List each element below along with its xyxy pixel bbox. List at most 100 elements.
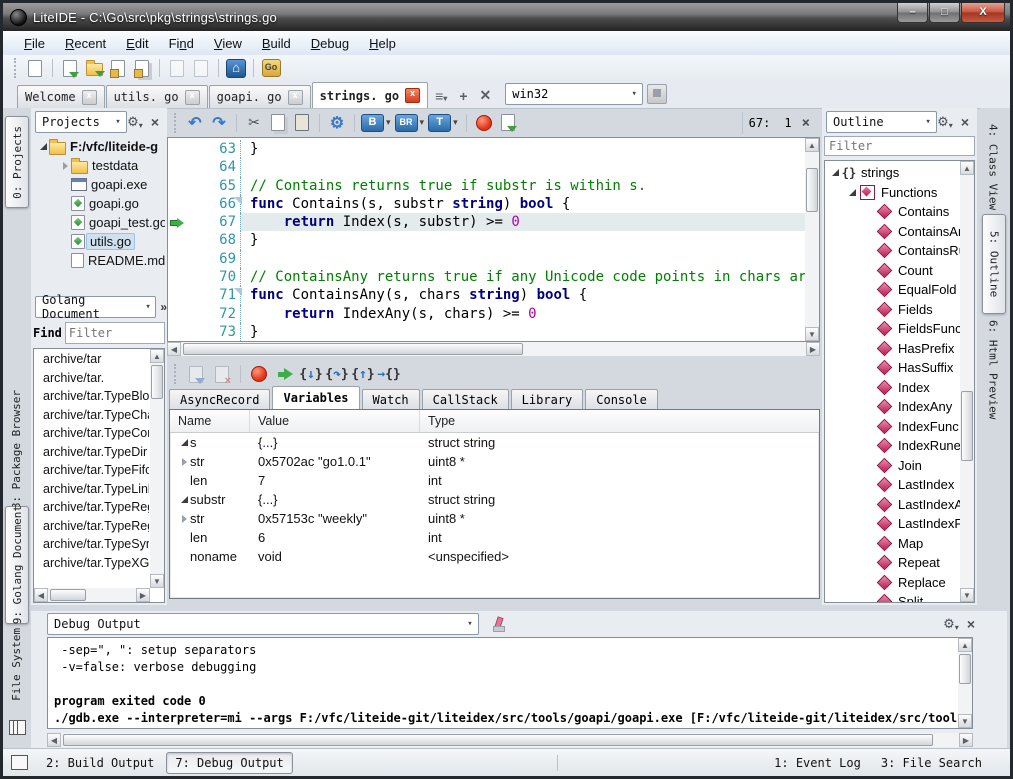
code-line[interactable]: 72 return IndexAny(s, chars) >= 0	[168, 305, 805, 323]
tab-close-icon[interactable]: x	[82, 90, 97, 105]
outline-item-repeat[interactable]: Repeat	[827, 553, 960, 573]
menu-find[interactable]: Find	[160, 33, 203, 54]
editor-close-icon[interactable]: ×	[802, 115, 810, 131]
tree-expander-icon[interactable]	[178, 439, 190, 446]
code-line[interactable]: 63}	[168, 140, 805, 158]
menu-debug[interactable]: Debug	[302, 33, 358, 54]
toolbar-go-docs-icon[interactable]: Go	[260, 58, 282, 78]
toolbar-save-session-icon[interactable]	[190, 58, 212, 78]
project-item-goapi-test-go[interactable]: goapi_test.go	[33, 213, 165, 232]
outline-vscrollbar[interactable]: ▲▼	[960, 161, 974, 602]
side-tab-8-package-browser[interactable]: 8: Package Browser	[5, 386, 27, 514]
toolbar-save-all-icon[interactable]	[131, 58, 153, 78]
side-tab-6-html-preview[interactable]: 6: Html Preview	[982, 306, 1004, 434]
fold-marker-icon[interactable]	[234, 197, 242, 205]
target-options-button[interactable]	[647, 84, 667, 104]
outline-item-lastindex[interactable]: LastIndex	[827, 475, 960, 495]
outline-item-replace[interactable]: Replace	[827, 573, 960, 593]
statusbar-2-build-output[interactable]: 2: Build Output	[38, 753, 162, 773]
statusbar-7-debug-output[interactable]: 7: Debug Output	[166, 752, 292, 774]
tree-expander-icon[interactable]	[829, 169, 841, 176]
debug-tab-asyncrecord[interactable]: AsyncRecord	[169, 389, 270, 409]
paste-icon[interactable]	[291, 113, 313, 133]
breakpoint-icon[interactable]	[247, 364, 271, 384]
stop-debug-icon[interactable]: ×	[210, 364, 234, 384]
variable-row[interactable]: substr{...}struct string	[170, 490, 819, 509]
step-out-icon[interactable]: {↑}	[351, 364, 375, 384]
tree-expander-icon[interactable]	[846, 189, 858, 196]
outline-item-index[interactable]: Index	[827, 378, 960, 398]
outline-item-strings[interactable]: {}strings	[827, 163, 960, 183]
tab-strings-go[interactable]: strings. gox	[312, 82, 428, 108]
debug-output-text[interactable]: -sep=", ": setup separators -v=false: ve…	[47, 637, 973, 729]
debug-output-hscrollbar[interactable]: ◀▶	[47, 733, 973, 747]
menu-recent[interactable]: Recent	[56, 33, 115, 54]
outline-item-indexfunc[interactable]: IndexFunc	[827, 417, 960, 437]
doc-list-item[interactable]: archive/tar.TypeDir	[35, 443, 149, 462]
toolbar-open-file-icon[interactable]	[59, 58, 81, 78]
build-config-icon[interactable]: ⚙	[326, 113, 348, 133]
new-tab-icon[interactable]: +	[459, 88, 467, 104]
tab-list-icon[interactable]: ≡▾	[435, 88, 447, 104]
outline-item-indexrune[interactable]: IndexRune	[827, 436, 960, 456]
variable-row[interactable]: str0x57153c "weekly"uint8 *	[170, 509, 819, 528]
tab-utils-go[interactable]: utils. gox	[106, 85, 208, 108]
tab-Welcome[interactable]: Welcomex	[17, 85, 105, 108]
tree-expander-icon[interactable]	[37, 143, 49, 150]
project-item-goapi-exe[interactable]: goapi.exe	[33, 175, 165, 194]
code-line[interactable]: 65// Contains returns true if substr is …	[168, 177, 805, 195]
title-bar[interactable]: LiteIDE - C:\Go\src\pkg\strings\strings.…	[3, 3, 1010, 31]
doc-list-item[interactable]: archive/tar.	[35, 369, 149, 388]
outline-item-count[interactable]: Count	[827, 261, 960, 281]
variable-row[interactable]: len6int	[170, 528, 819, 547]
side-tab-4-class-view[interactable]: 4: Class View	[982, 114, 1004, 220]
target-combo[interactable]: win32▾	[505, 83, 643, 105]
debug-tab-library[interactable]: Library	[511, 389, 584, 409]
outline-item-contains[interactable]: Contains	[827, 202, 960, 222]
outline-item-fieldsfunc[interactable]: FieldsFunc	[827, 319, 960, 339]
variable-row[interactable]: nonamevoid<unspecified>	[170, 547, 819, 566]
side-tab-9-golang-document[interactable]: 9: Golang Document	[5, 506, 29, 624]
toolbar-home-icon[interactable]: ⌂	[225, 58, 247, 78]
doc-list-item[interactable]: archive/tar	[35, 350, 149, 369]
outline-item-containsany[interactable]: ContainsAny	[827, 222, 960, 242]
T-menu-icon[interactable]: T▾	[428, 113, 460, 133]
project-item-goapi-go[interactable]: goapi.go	[33, 194, 165, 213]
editor-vscrollbar[interactable]: ▲▼	[805, 138, 819, 341]
doc-list-hscrollbar[interactable]: ◀▶	[34, 588, 150, 602]
outline-gear-icon[interactable]: ⚙	[937, 114, 953, 130]
output-view-combo[interactable]: Debug Output ▾	[47, 613, 479, 635]
menu-build[interactable]: Build	[253, 33, 300, 54]
code-line[interactable]: 73}	[168, 323, 805, 341]
continue-icon[interactable]	[273, 364, 297, 384]
undo-icon[interactable]: ↶	[184, 113, 206, 133]
project-item-readme-md[interactable]: README.md	[33, 251, 165, 270]
cut-icon[interactable]: ✂	[243, 113, 265, 133]
breakpoint-icon[interactable]	[473, 113, 495, 133]
debug-start-icon[interactable]	[497, 113, 519, 133]
outline-item-equalfold[interactable]: EqualFold	[827, 280, 960, 300]
tree-expander-icon[interactable]	[178, 496, 190, 503]
maximize-button[interactable]: □	[929, 3, 960, 23]
doc-list-item[interactable]: archive/tar.TypeXGlobalHeader	[35, 554, 149, 573]
doc-list-item[interactable]: archive/tar.TypeFifo	[35, 461, 149, 480]
tree-expander-icon[interactable]	[59, 162, 71, 170]
tab-close-icon[interactable]: x	[288, 90, 303, 105]
code-line[interactable]: 64	[168, 158, 805, 176]
outline-close-icon[interactable]: ×	[961, 114, 969, 130]
toolbar-load-session-icon[interactable]	[166, 58, 188, 78]
doc-list-item[interactable]: archive/tar.TypeRegA	[35, 517, 149, 536]
side-tab-file-system[interactable]: File System	[5, 616, 27, 712]
run-to-cursor-icon[interactable]: →{}	[377, 364, 401, 384]
outline-item-join[interactable]: Join	[827, 456, 960, 476]
doc-list-item[interactable]: archive/tar.TypeBlock	[35, 387, 149, 406]
outline-item-hasprefix[interactable]: HasPrefix	[827, 339, 960, 359]
outline-filter-input[interactable]	[824, 136, 975, 156]
code-line[interactable]: 69	[168, 250, 805, 268]
statusbar-3-file-search[interactable]: 3: File Search	[873, 753, 990, 773]
redo-icon[interactable]: ↷	[208, 113, 230, 133]
debug-tab-callstack[interactable]: CallStack	[422, 389, 509, 409]
project-item-utils-go[interactable]: utils.go	[33, 232, 165, 251]
sync-frame-icon[interactable]	[184, 364, 208, 384]
projects-gear-icon[interactable]: ⚙	[127, 114, 143, 130]
